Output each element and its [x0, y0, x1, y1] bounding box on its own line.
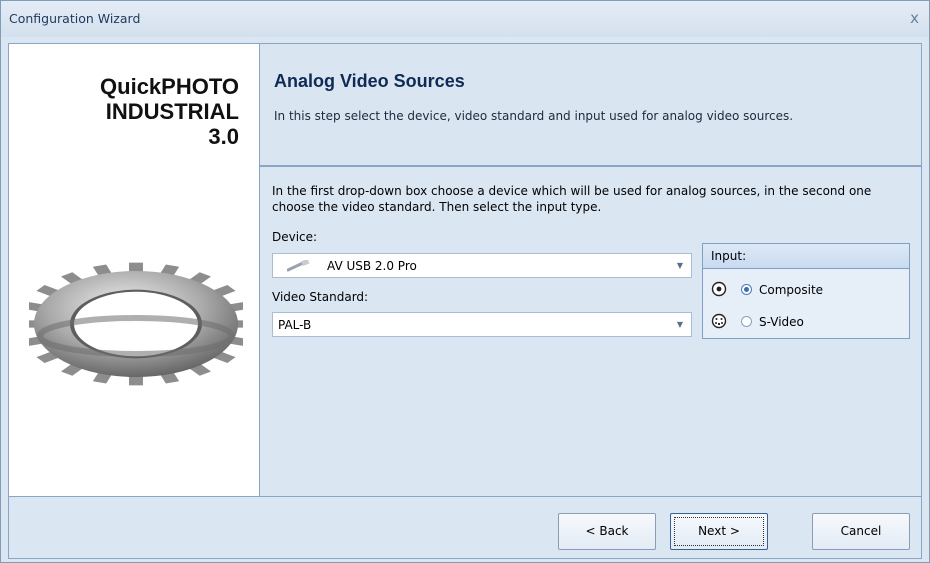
brand-line-1: QuickPHOTO [100, 74, 239, 99]
brand-line-3: 3.0 [208, 124, 239, 149]
input-group-title: Input: [711, 249, 747, 263]
back-button[interactable]: < Back [558, 513, 656, 550]
svideo-connector-icon [711, 313, 727, 329]
device-label: Device: [272, 230, 318, 244]
gear-icon [29, 262, 243, 386]
next-button[interactable]: Next > [670, 513, 768, 550]
title-bar[interactable]: Configuration Wizard x [1, 1, 929, 37]
svideo-radio[interactable] [741, 316, 752, 327]
composite-label: Composite [759, 283, 824, 297]
input-option-composite[interactable]: Composite [711, 280, 901, 300]
chevron-down-icon: ▼ [676, 261, 683, 270]
cancel-button-label: Cancel [840, 524, 882, 538]
video-standard-value: PAL-B [278, 318, 312, 332]
brand-line-2: INDUSTRIAL [105, 99, 239, 124]
focus-rectangle [674, 517, 764, 546]
step-title: Analog Video Sources [274, 71, 465, 91]
input-group-box: Input: Composite S-Video [702, 243, 910, 339]
product-name: QuickPHOTO INDUSTRIAL 3.0 [100, 74, 239, 149]
device-value: AV USB 2.0 Pro [327, 259, 417, 273]
chevron-down-icon: ▼ [676, 320, 683, 329]
input-group-header: Input: [703, 244, 909, 269]
composite-connector-icon [711, 281, 727, 297]
close-icon[interactable]: x [910, 9, 919, 27]
composite-radio[interactable] [741, 284, 752, 295]
input-option-svideo[interactable]: S-Video [711, 312, 901, 332]
brand-panel: QuickPHOTO INDUSTRIAL 3.0 [8, 43, 260, 497]
video-standard-dropdown[interactable]: PAL-B ▼ [272, 312, 692, 337]
device-dropdown[interactable]: AV USB 2.0 Pro ▼ [272, 253, 692, 278]
video-standard-label: Video Standard: [272, 290, 369, 304]
step-content: In the first drop-down box choose a devi… [260, 166, 922, 497]
window-title: Configuration Wizard [9, 11, 141, 26]
usb-stick-icon [287, 260, 310, 272]
button-bar [8, 497, 922, 559]
step-header: Analog Video Sources In this step select… [260, 43, 922, 166]
back-button-label: < Back [585, 524, 629, 538]
instructions-text: In the first drop-down box choose a devi… [272, 184, 872, 214]
svideo-label: S-Video [759, 315, 804, 329]
cancel-button[interactable]: Cancel [812, 513, 910, 550]
step-description: In this step select the device, video st… [274, 109, 794, 123]
